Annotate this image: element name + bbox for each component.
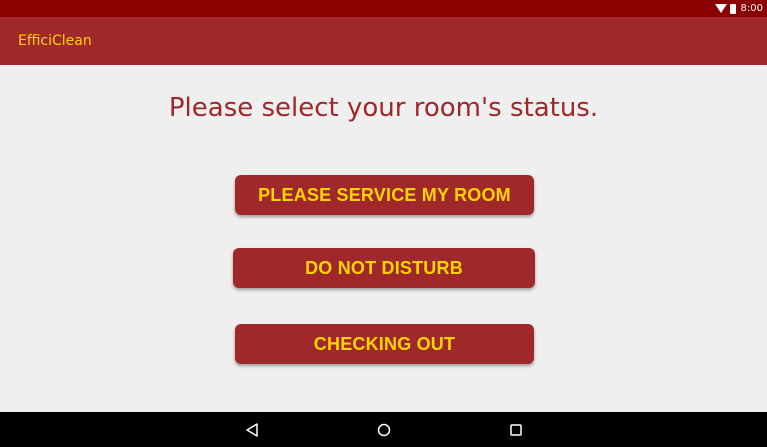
status-time: 8:00 xyxy=(740,3,763,14)
status-prompt: Please select your room's status. xyxy=(168,93,599,123)
home-button[interactable] xyxy=(364,412,404,447)
back-button[interactable] xyxy=(232,412,272,447)
service-room-button[interactable]: PLEASE SERVICE MY ROOM xyxy=(235,175,534,215)
back-icon xyxy=(246,422,258,437)
checking-out-button[interactable]: CHECKING OUT xyxy=(235,324,534,364)
recents-button[interactable] xyxy=(496,412,536,447)
home-icon xyxy=(377,423,391,436)
do-not-disturb-button[interactable]: DO NOT DISTURB xyxy=(233,248,535,288)
app-bar: EfficiClean xyxy=(0,17,767,65)
wifi-icon xyxy=(714,4,727,13)
recents-icon xyxy=(510,423,522,436)
battery-icon xyxy=(729,3,736,14)
navigation-bar xyxy=(0,412,767,447)
main-content: Please select your room's status. PLEASE… xyxy=(0,65,767,412)
status-icons: 8:00 xyxy=(714,3,763,14)
status-bar: 8:00 xyxy=(0,0,767,17)
app-title: EfficiClean xyxy=(18,33,92,49)
